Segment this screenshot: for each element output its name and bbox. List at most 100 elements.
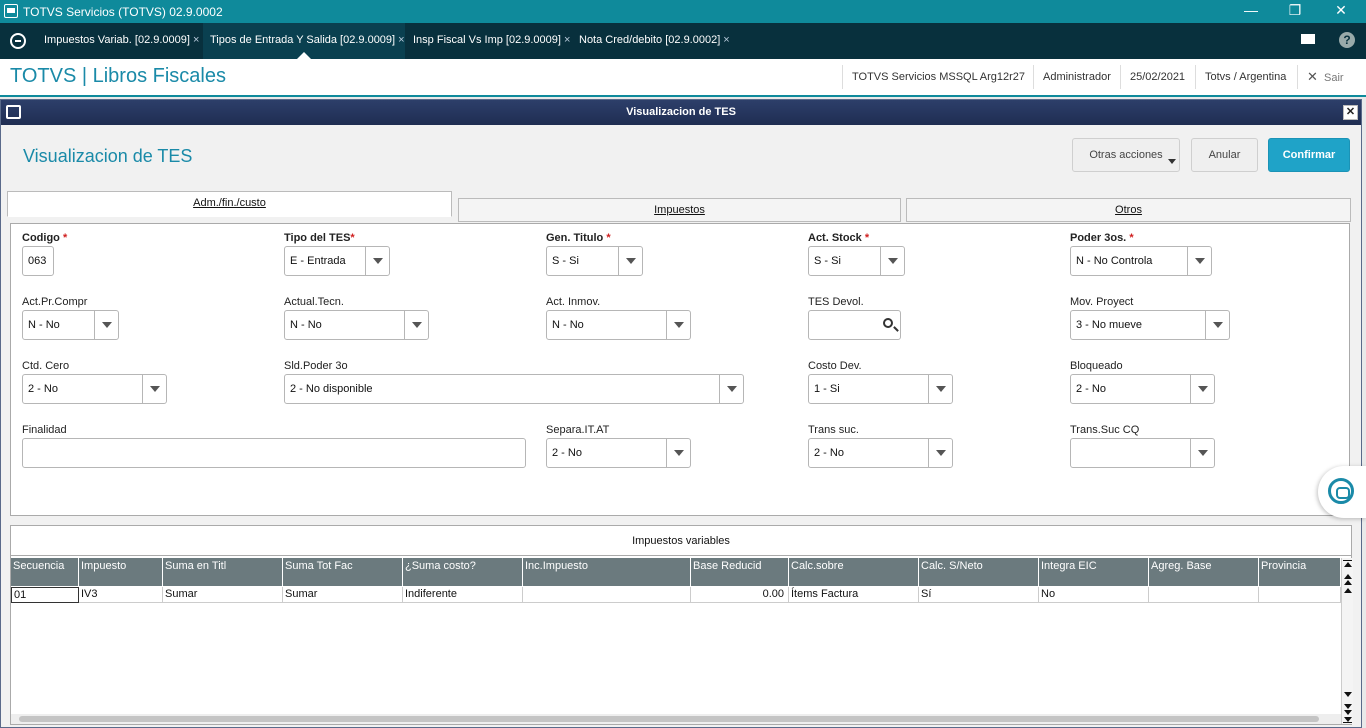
- chat-assistant-button[interactable]: [1318, 466, 1366, 518]
- grid-cell[interactable]: Ítems Factura: [789, 587, 919, 603]
- tab-otros[interactable]: Otros: [906, 198, 1351, 222]
- codigo-field[interactable]: 063: [22, 246, 54, 276]
- app-window-icon: [4, 4, 18, 18]
- scroll-top-icon[interactable]: [1344, 562, 1352, 567]
- scroll-page-down-icon[interactable]: [1344, 704, 1352, 709]
- scroll-up-icon[interactable]: [1344, 588, 1352, 593]
- chevron-down-icon: [1168, 159, 1176, 164]
- more-actions-label: Otras acciones: [1089, 149, 1163, 161]
- column-header-agreg-base[interactable]: Agreg. Base: [1149, 558, 1259, 586]
- chevron-down-icon[interactable]: [142, 375, 166, 403]
- chevron-down-icon[interactable]: [1187, 247, 1211, 275]
- column-header-suma-tot-fac[interactable]: Suma Tot Fac: [283, 558, 403, 586]
- dialog-close-icon[interactable]: ✕: [1343, 105, 1358, 120]
- dialog-titlebar: Visualizacion de TES ✕: [1, 100, 1361, 125]
- separa-it-at-value: 2 - No: [552, 447, 582, 459]
- tab-impuestos[interactable]: Impuestos: [458, 198, 901, 222]
- column-header-provincia[interactable]: Provincia: [1259, 558, 1341, 586]
- tipo-tes-select[interactable]: E - Entrada: [284, 246, 390, 276]
- tab-insp-fiscal[interactable]: Insp Fiscal Vs Imp [02.9.0009] ×: [406, 23, 570, 59]
- grid-cell[interactable]: Sumar: [283, 587, 403, 603]
- column-header-calc-s-neto[interactable]: Calc. S/Neto: [919, 558, 1039, 586]
- horizontal-scrollbar[interactable]: [11, 714, 1341, 724]
- separa-it-at-select[interactable]: 2 - No: [546, 438, 691, 468]
- column-header-suma-costo[interactable]: ¿Suma costo?: [403, 558, 523, 586]
- act-pr-compr-select[interactable]: N - No: [22, 310, 119, 340]
- grid-cell[interactable]: No: [1039, 587, 1149, 603]
- chevron-down-icon[interactable]: [928, 439, 952, 467]
- chevron-down-icon[interactable]: [94, 311, 118, 339]
- chevron-down-icon[interactable]: [719, 375, 743, 403]
- costo-dev-value: 1 - Si: [814, 383, 840, 395]
- tes-devol-field[interactable]: [808, 310, 901, 340]
- chevron-down-icon[interactable]: [666, 439, 690, 467]
- mail-icon[interactable]: [1301, 34, 1315, 44]
- totvs-logo-icon[interactable]: [10, 33, 26, 49]
- column-header-calc-sobre[interactable]: Calc.sobre: [789, 558, 919, 586]
- column-header-integra-eic[interactable]: Integra EIC: [1039, 558, 1149, 586]
- active-tab-caret-icon: [297, 52, 311, 59]
- cancel-button[interactable]: Anular: [1191, 138, 1258, 172]
- tab-adm-fin-custo[interactable]: Adm./fin./custo: [7, 191, 452, 217]
- vertical-scrollbar[interactable]: [1341, 558, 1353, 724]
- scroll-page-up-icon[interactable]: [1344, 574, 1352, 579]
- actual-tecn-value: N - No: [290, 319, 322, 331]
- ctd-cero-select[interactable]: 2 - No: [22, 374, 167, 404]
- grid-cell[interactable]: [1259, 587, 1341, 603]
- restore-button[interactable]: ❐: [1272, 0, 1318, 23]
- act-inmov-select[interactable]: N - No: [546, 310, 691, 340]
- grid-cell[interactable]: 0.00: [691, 587, 789, 603]
- tab-impuestos-variab[interactable]: Impuestos Variab. [02.9.0009] ×: [37, 23, 199, 59]
- grid-cell[interactable]: Sumar: [163, 587, 283, 603]
- trans-suc-cq-select[interactable]: [1070, 438, 1215, 468]
- exit-button[interactable]: ✕ Sair: [1297, 65, 1363, 89]
- tab-nota-cred-debito[interactable]: Nota Cred/debito [02.9.0002] ×: [572, 23, 730, 59]
- column-header-inc-impuesto[interactable]: Inc.Impuesto: [523, 558, 691, 586]
- date-label: 25/02/2021: [1120, 65, 1194, 89]
- more-actions-button[interactable]: Otras acciones: [1072, 138, 1180, 172]
- chevron-down-icon[interactable]: [1190, 439, 1214, 467]
- trans-suc-select[interactable]: 2 - No: [808, 438, 953, 468]
- chevron-down-icon[interactable]: [666, 311, 690, 339]
- help-icon[interactable]: ?: [1339, 32, 1355, 48]
- tab-close-icon[interactable]: ×: [398, 34, 404, 46]
- minimize-button[interactable]: —: [1228, 0, 1274, 23]
- grid-cell[interactable]: Indiferente: [403, 587, 523, 603]
- act-inmov-label: Act. Inmov.: [546, 296, 601, 308]
- tab-close-icon[interactable]: ×: [193, 34, 199, 46]
- confirm-button[interactable]: Confirmar: [1268, 138, 1350, 172]
- chevron-down-icon[interactable]: [880, 247, 904, 275]
- chevron-down-icon[interactable]: [365, 247, 389, 275]
- column-header-suma-titl[interactable]: Suma en Titl: [163, 558, 283, 586]
- column-header-secuencia[interactable]: Secuencia: [11, 558, 79, 586]
- chevron-down-icon[interactable]: [404, 311, 428, 339]
- app-title: TOTVS | Libros Fiscales: [10, 65, 226, 87]
- costo-dev-select[interactable]: 1 - Si: [808, 374, 953, 404]
- grid-cell[interactable]: [1149, 587, 1259, 603]
- actual-tecn-select[interactable]: N - No: [284, 310, 429, 340]
- column-header-impuesto[interactable]: Impuesto: [79, 558, 163, 586]
- mov-proyect-label: Mov. Proyect: [1070, 296, 1134, 308]
- mov-proyect-select[interactable]: 3 - No mueve: [1070, 310, 1230, 340]
- grid-cell[interactable]: [523, 587, 691, 603]
- close-window-button[interactable]: ✕: [1318, 0, 1364, 23]
- bloqueado-select[interactable]: 2 - No: [1070, 374, 1215, 404]
- chevron-down-icon[interactable]: [618, 247, 642, 275]
- horizontal-scroll-thumb[interactable]: [19, 716, 1319, 722]
- chevron-down-icon[interactable]: [1205, 311, 1229, 339]
- tab-close-icon[interactable]: ×: [564, 34, 570, 46]
- grid-cell[interactable]: Sí: [919, 587, 1039, 603]
- chevron-down-icon[interactable]: [928, 375, 952, 403]
- column-header-base-reducid[interactable]: Base Reducid: [691, 558, 789, 586]
- sld-poder-3o-select[interactable]: 2 - No disponible: [284, 374, 744, 404]
- poder-3os-select[interactable]: N - No Controla: [1070, 246, 1212, 276]
- act-stock-select[interactable]: S - Si: [808, 246, 905, 276]
- finalidad-field[interactable]: [22, 438, 526, 468]
- grid-cell[interactable]: 01: [11, 587, 79, 603]
- tab-close-icon[interactable]: ×: [723, 34, 729, 46]
- chevron-down-icon[interactable]: [1190, 375, 1214, 403]
- scroll-down-icon[interactable]: [1344, 692, 1352, 697]
- grid-cell[interactable]: IV3: [79, 587, 163, 603]
- gen-titulo-select[interactable]: S - Si: [546, 246, 643, 276]
- search-icon[interactable]: [883, 318, 893, 328]
